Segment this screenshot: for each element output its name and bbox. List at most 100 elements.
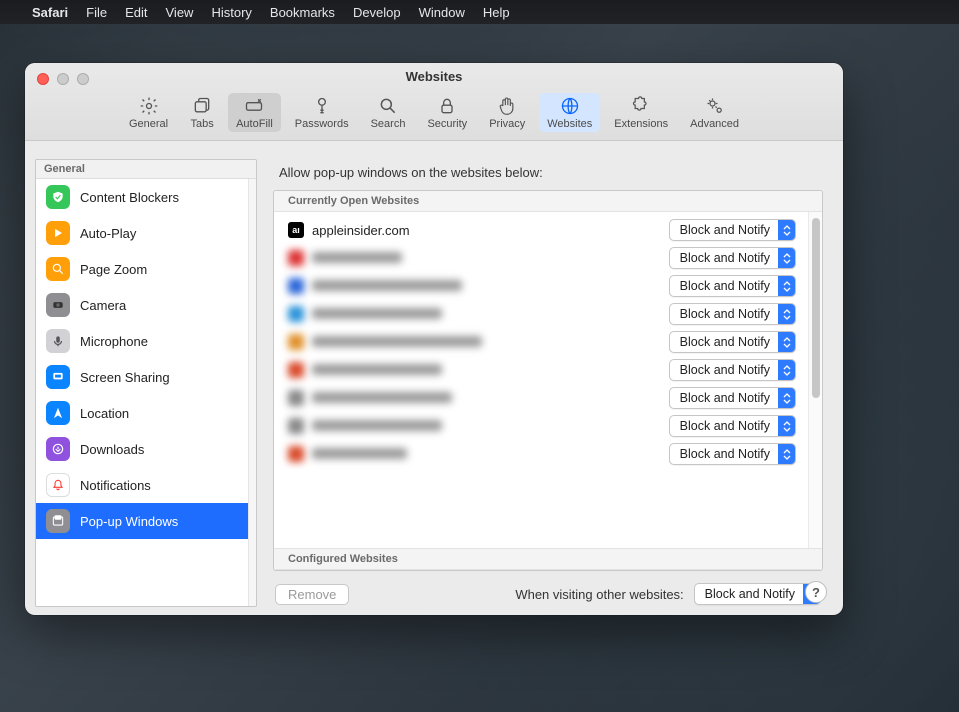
gears-icon	[703, 96, 727, 116]
toolbar-security[interactable]: Security	[419, 93, 475, 132]
policy-dropdown[interactable]: Block and Notify	[669, 443, 796, 465]
footer-label: When visiting other websites:	[515, 587, 683, 602]
toolbar-general[interactable]: General	[121, 93, 176, 132]
website-row[interactable]: Block and Notify	[274, 244, 808, 272]
toolbar-label: Security	[427, 118, 467, 130]
policy-dropdown[interactable]: Block and Notify	[669, 359, 796, 381]
policy-dropdown[interactable]: Block and Notify	[669, 331, 796, 353]
dropdown-label: Block and Notify	[670, 307, 778, 321]
website-name	[312, 391, 661, 406]
toolbar-search[interactable]: Search	[363, 93, 414, 132]
window-title: Websites	[25, 69, 843, 89]
toolbar-label: Extensions	[614, 118, 668, 130]
sidebar-item-page-zoom[interactable]: Page Zoom	[36, 251, 248, 287]
sidebar-icon	[46, 293, 70, 317]
sidebar-item-pop-up-windows[interactable]: Pop-up Windows	[36, 503, 248, 539]
menu-view[interactable]: View	[166, 5, 194, 20]
menu-help[interactable]: Help	[483, 5, 510, 20]
website-row[interactable]: Block and Notify	[274, 300, 808, 328]
titlebar: Websites General Tabs AutoFill Passwords…	[25, 63, 843, 141]
sidebar-item-label: Microphone	[80, 334, 148, 349]
website-row[interactable]: Block and Notify	[274, 412, 808, 440]
favicon	[288, 306, 304, 322]
sidebar-item-location[interactable]: Location	[36, 395, 248, 431]
chevron-up-down-icon	[778, 332, 795, 352]
website-row[interactable]: Block and Notify	[274, 440, 808, 468]
app-menu[interactable]: Safari	[32, 5, 68, 20]
policy-dropdown[interactable]: Block and Notify	[669, 387, 796, 409]
sidebar-item-label: Downloads	[80, 442, 144, 457]
chevron-up-down-icon	[778, 248, 795, 268]
sidebar-header: General	[36, 160, 256, 179]
sidebar-item-auto-play[interactable]: Auto-Play	[36, 215, 248, 251]
zoom-button[interactable]	[77, 73, 89, 85]
chevron-up-down-icon	[778, 220, 795, 240]
key-icon	[310, 96, 334, 116]
favicon	[288, 390, 304, 406]
policy-dropdown[interactable]: Block and Notify	[669, 275, 796, 297]
toolbar-extensions[interactable]: Extensions	[606, 93, 676, 132]
toolbar-tabs[interactable]: Tabs	[182, 93, 222, 132]
website-list[interactable]: aıappleinsider.comBlock and NotifyBlock …	[274, 212, 808, 548]
website-row[interactable]: Block and Notify	[274, 384, 808, 412]
website-name	[312, 447, 661, 462]
website-row[interactable]: Block and Notify	[274, 356, 808, 384]
search-icon	[376, 96, 400, 116]
gear-icon	[137, 96, 161, 116]
menu-bookmarks[interactable]: Bookmarks	[270, 5, 335, 20]
menu-edit[interactable]: Edit	[125, 5, 147, 20]
website-list-box: Currently Open Websites aıappleinsider.c…	[273, 190, 823, 571]
dropdown-label: Block and Notify	[670, 223, 778, 237]
main-heading: Allow pop-up windows on the websites bel…	[279, 165, 823, 180]
settings-sidebar: General Content Blockers Auto-PlayPage Zo…	[35, 159, 257, 607]
toolbar-advanced[interactable]: Advanced	[682, 93, 747, 132]
toolbar-autofill[interactable]: AutoFill	[228, 93, 281, 132]
policy-dropdown[interactable]: Block and Notify	[669, 415, 796, 437]
policy-dropdown[interactable]: Block and Notify	[669, 303, 796, 325]
hand-icon	[495, 96, 519, 116]
help-button[interactable]: ?	[805, 581, 827, 603]
favicon	[288, 446, 304, 462]
sidebar-scrollbar[interactable]	[248, 179, 256, 606]
sidebar-item-downloads[interactable]: Downloads	[36, 431, 248, 467]
toolbar-websites[interactable]: Websites	[539, 93, 600, 132]
sidebar-item-microphone[interactable]: Microphone	[36, 323, 248, 359]
sidebar-icon	[46, 185, 70, 209]
sidebar-icon	[46, 401, 70, 425]
main-panel: Allow pop-up windows on the websites bel…	[273, 159, 823, 607]
website-row[interactable]: aıappleinsider.comBlock and Notify	[274, 216, 808, 244]
sidebar-item-camera[interactable]: Camera	[36, 287, 248, 323]
sidebar-item-label: Content Blockers	[80, 190, 179, 205]
list-scrollbar[interactable]	[808, 212, 822, 548]
toolbar-label: AutoFill	[236, 118, 273, 130]
sidebar-item-notifications[interactable]: Notifications	[36, 467, 248, 503]
default-policy-dropdown[interactable]: Block and Notify	[694, 583, 821, 605]
sidebar-item-label: Location	[80, 406, 129, 421]
website-name	[312, 307, 661, 322]
toolbar-privacy[interactable]: Privacy	[481, 93, 533, 132]
menubar[interactable]: Safari File Edit View History Bookmarks …	[0, 0, 959, 24]
chevron-up-down-icon	[778, 304, 795, 324]
policy-dropdown[interactable]: Block and Notify	[669, 247, 796, 269]
close-button[interactable]	[37, 73, 49, 85]
menu-history[interactable]: History	[211, 5, 251, 20]
menu-window[interactable]: Window	[419, 5, 465, 20]
dropdown-label: Block and Notify	[670, 419, 778, 433]
minimize-button[interactable]	[57, 73, 69, 85]
menu-develop[interactable]: Develop	[353, 5, 401, 20]
menu-file[interactable]: File	[86, 5, 107, 20]
remove-button[interactable]: Remove	[275, 584, 349, 605]
policy-dropdown[interactable]: Block and Notify	[669, 219, 796, 241]
toolbar-label: General	[129, 118, 168, 130]
website-name	[312, 251, 661, 266]
toolbar-passwords[interactable]: Passwords	[287, 93, 357, 132]
sidebar-list[interactable]: Content Blockers Auto-PlayPage ZoomCamera…	[36, 179, 248, 606]
sidebar-item-label: Notifications	[80, 478, 151, 493]
sidebar-icon	[46, 473, 70, 497]
dropdown-label: Block and Notify	[695, 587, 803, 601]
sidebar-item-content-blockers[interactable]: Content Blockers	[36, 179, 248, 215]
toolbar-label: Websites	[547, 118, 592, 130]
sidebar-item-screen-sharing[interactable]: Screen Sharing	[36, 359, 248, 395]
website-row[interactable]: Block and Notify	[274, 328, 808, 356]
website-row[interactable]: Block and Notify	[274, 272, 808, 300]
